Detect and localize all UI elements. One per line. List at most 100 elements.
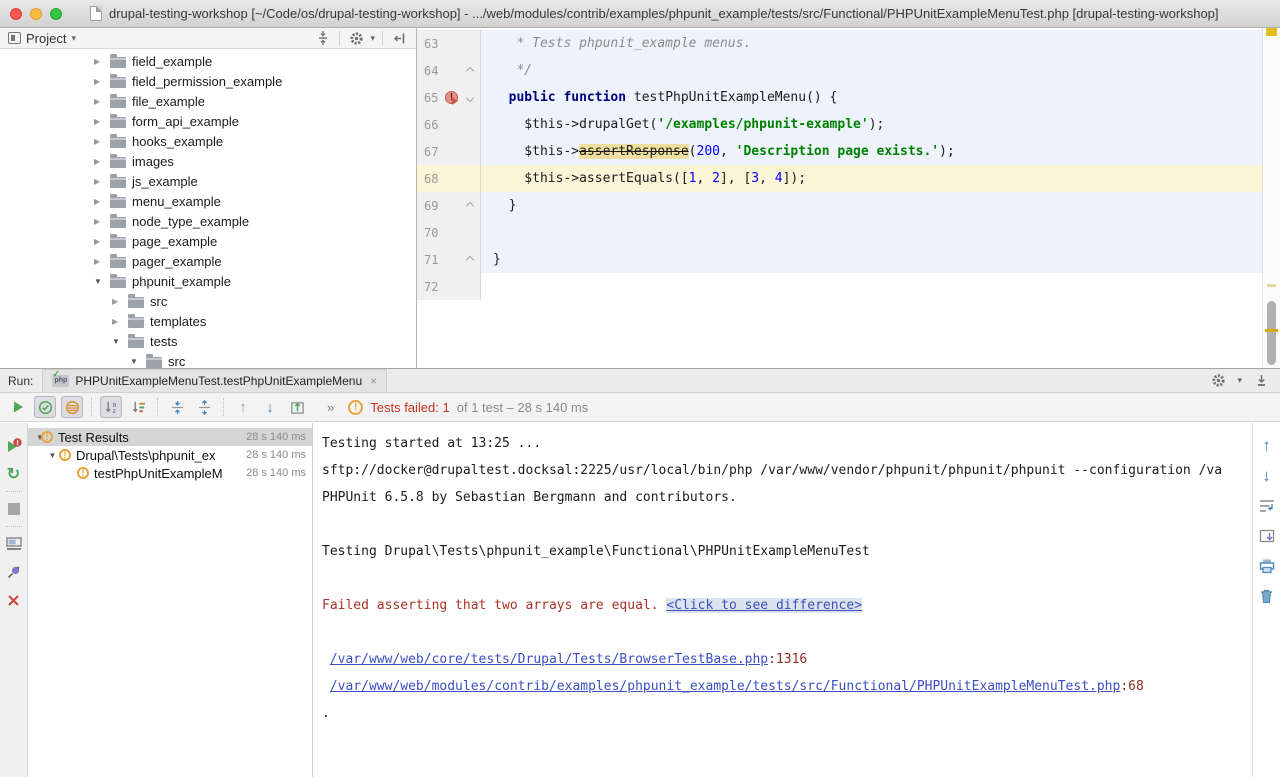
tree-item-src[interactable]: ▶src <box>0 291 416 311</box>
warning-stripe-tick[interactable] <box>1267 284 1276 287</box>
fold-end-icon[interactable] <box>466 66 474 74</box>
console-output[interactable]: Testing started at 13:25 ... sftp://dock… <box>313 423 1252 777</box>
close-window-button[interactable] <box>10 8 22 20</box>
chevron-expanded-icon[interactable]: ▼ <box>130 357 144 366</box>
down-stacktrace-button[interactable]: ↓ <box>1253 461 1280 491</box>
run-play-button[interactable] <box>7 396 29 418</box>
tree-item-file-example[interactable]: ▶ file_example <box>0 91 416 111</box>
chevron-right-icon[interactable]: ▶ <box>94 157 108 166</box>
chevron-right-icon[interactable]: ▶ <box>112 297 126 306</box>
show-passed-toggle[interactable] <box>34 396 56 418</box>
fold-end-icon[interactable] <box>466 255 474 263</box>
text-token: sftp://docker@drupaltest.docksal:2225/us… <box>322 463 1222 478</box>
chevron-right-icon[interactable]: ▶ <box>94 137 108 146</box>
test-class-row[interactable]: ▼ ! Drupal\Tests\phpunit_ex 28 s 140 ms <box>28 446 312 464</box>
up-stacktrace-button[interactable]: ↑ <box>1253 431 1280 461</box>
chevron-expanded-icon[interactable]: ▼ <box>94 277 108 286</box>
line-number: 69 <box>417 199 444 213</box>
test-results-root-row[interactable]: ▼ ! Test Results 28 s 140 ms <box>28 428 312 446</box>
stop-button[interactable] <box>0 495 27 523</box>
print-button[interactable] <box>1253 551 1280 581</box>
rerun-failed-tests-button[interactable] <box>0 432 27 460</box>
chevron-right-icon[interactable]: ▶ <box>94 257 108 266</box>
close-tab-icon[interactable]: × <box>370 374 377 388</box>
warning-stripe-mark[interactable] <box>1266 28 1277 36</box>
file-document-icon <box>90 6 102 21</box>
console-link[interactable]: /var/www/web/modules/contrib/examples/ph… <box>330 679 1121 694</box>
chevron-right-icon[interactable]: ▶ <box>94 237 108 246</box>
settings-gear-icon[interactable] <box>347 30 365 46</box>
close-run-panel-button[interactable] <box>0 586 27 614</box>
show-ignored-toggle[interactable] <box>61 396 83 418</box>
tree-item-js-example[interactable]: ▶js_example <box>0 171 416 191</box>
minimize-window-button[interactable] <box>30 8 42 20</box>
scroll-to-end-button[interactable] <box>1253 521 1280 551</box>
code-editor[interactable]: 63 * Tests phpunit_example menus. 64 */ … <box>417 28 1280 368</box>
sort-alphabetically-toggle[interactable]: az <box>100 396 122 418</box>
chevron-right-icon[interactable]: ▶ <box>112 317 126 326</box>
previous-failed-test-button[interactable]: ↑ <box>232 396 254 418</box>
failed-test-gutter-icon[interactable]: ! <box>445 91 458 104</box>
tree-item-tests-src[interactable]: ▼src <box>0 351 416 368</box>
editor-scrollbar-thumb[interactable] <box>1267 301 1276 365</box>
tree-item-node-type-example[interactable]: ▶node_type_example <box>0 211 416 231</box>
rerun-test-button[interactable]: ↻ <box>0 460 27 488</box>
collapse-all-icon[interactable] <box>314 30 332 46</box>
export-test-results-button[interactable] <box>286 396 308 418</box>
fold-start-icon[interactable] <box>466 93 474 101</box>
phpunit-run-config-icon: php✓ <box>52 375 69 387</box>
error-stripe[interactable] <box>1262 28 1280 368</box>
up-arrow-icon: ↑ <box>1262 436 1271 456</box>
clear-console-button[interactable] <box>1253 581 1280 611</box>
chevron-expanded-icon[interactable]: ▼ <box>46 451 59 460</box>
test-duration: 28 s 140 ms <box>246 431 306 443</box>
chevron-down-icon[interactable]: ▾ <box>71 33 76 44</box>
expand-all-button[interactable] <box>166 396 188 418</box>
chevron-expanded-icon[interactable]: ▼ <box>28 433 41 442</box>
tree-item-templates[interactable]: ▶templates <box>0 311 416 331</box>
hide-panel-icon[interactable] <box>390 30 408 46</box>
sort-by-duration-button[interactable] <box>127 396 149 418</box>
code-line-66: 66 $this->drupalGet('/examples/phpunit-e… <box>417 111 1262 138</box>
tree-item-field-permission-example[interactable]: ▶field_permission_example <box>0 71 416 91</box>
chevron-right-icon[interactable]: ▶ <box>94 57 108 66</box>
chevron-expanded-icon[interactable]: ▼ <box>112 337 126 346</box>
next-failed-test-button[interactable]: ↓ <box>259 396 281 418</box>
gear-dropdown-chevron-icon[interactable]: ▾ <box>370 33 375 44</box>
tree-item-menu-example[interactable]: ▶menu_example <box>0 191 416 211</box>
console-link[interactable]: /var/www/web/core/tests/Drupal/Tests/Bro… <box>330 652 768 667</box>
test-method-row[interactable]: ! testPhpUnitExampleM 28 s 140 ms <box>28 464 312 482</box>
tree-item-label: file_example <box>132 94 205 109</box>
run-settings-gear-icon[interactable] <box>1209 373 1227 389</box>
fold-end-icon[interactable] <box>466 201 474 209</box>
pin-tab-button[interactable] <box>0 558 27 586</box>
project-tree: ▶field_example ▶field_permission_example… <box>0 49 416 368</box>
more-toolbar-chevrons-icon[interactable]: » <box>327 400 335 415</box>
tree-item-label: hooks_example <box>132 134 223 149</box>
chevron-right-icon[interactable]: ▶ <box>94 177 108 186</box>
hide-run-panel-icon[interactable] <box>1252 373 1270 389</box>
console-link[interactable]: <Click to see difference> <box>666 598 862 613</box>
restore-layout-button[interactable] <box>0 530 27 558</box>
chevron-right-icon[interactable]: ▶ <box>94 197 108 206</box>
fullscreen-window-button[interactable] <box>50 8 62 20</box>
tree-item-hooks-example[interactable]: ▶ hooks_example <box>0 131 416 151</box>
tree-item-phpunit-example[interactable]: ▼phpunit_example <box>0 271 416 291</box>
tree-item-images[interactable]: ▶images <box>0 151 416 171</box>
chevron-right-icon[interactable]: ▶ <box>94 117 108 126</box>
collapse-all-button[interactable] <box>193 396 215 418</box>
tree-item-form-api-example[interactable]: ▶form_api_example <box>0 111 416 131</box>
tree-item-field-example[interactable]: ▶field_example <box>0 51 416 71</box>
text-token: 1 <box>689 171 697 186</box>
chevron-right-icon[interactable]: ▶ <box>94 97 108 106</box>
run-tab[interactable]: php✓ PHPUnitExampleMenuTest.testPhpUnitE… <box>42 369 387 392</box>
soft-wrap-button[interactable] <box>1253 491 1280 521</box>
tree-item-tests[interactable]: ▼tests <box>0 331 416 351</box>
gear-dropdown-chevron-icon[interactable]: ▾ <box>1237 375 1242 386</box>
line-number: 65 <box>417 91 444 105</box>
project-panel-title[interactable]: Project <box>26 31 66 46</box>
tree-item-pager-example[interactable]: ▶pager_example <box>0 251 416 271</box>
tree-item-page-example[interactable]: ▶page_example <box>0 231 416 251</box>
chevron-right-icon[interactable]: ▶ <box>94 77 108 86</box>
chevron-right-icon[interactable]: ▶ <box>94 217 108 226</box>
